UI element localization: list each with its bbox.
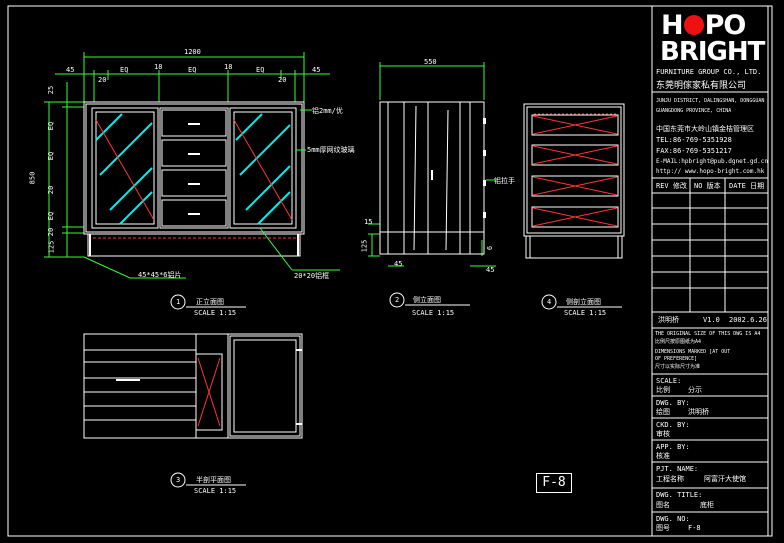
dim-veq-2: EQ <box>47 151 56 161</box>
dim-side-45b: 45 <box>486 266 495 274</box>
dim-depth: 550 <box>424 58 437 66</box>
project-name-label: PJT. NAME: <box>656 465 699 473</box>
drawing-title-label-cn: 图名 <box>656 501 670 509</box>
brand-logo-hopo: H PO <box>661 10 746 41</box>
project-name-value: 阿富汗大使馆 <box>704 475 746 483</box>
drawing-no-label-cn: 图号 <box>656 524 670 532</box>
dim-top: 25 <box>47 85 56 95</box>
dim-eq-2: EQ <box>188 66 197 74</box>
note-foot: 45*45*6铝片 <box>138 271 182 279</box>
side-elevation <box>368 62 498 267</box>
half-plan-section <box>83 333 303 439</box>
drawing-number-box: F-8 <box>536 473 572 493</box>
view-3-scale: SCALE 1:15 <box>194 487 237 495</box>
dim-side-right: 45 <box>312 66 321 74</box>
note-handle: 铝拉手 <box>494 177 515 185</box>
issue-date: 2002.6.26 <box>729 316 767 324</box>
dim-inner-left: 20 <box>98 76 107 84</box>
note-line-1: THE ORIGINAL SIZE OF THIS DWG IS A4 <box>655 331 761 337</box>
approved-by-label: APP. BY: <box>656 443 690 451</box>
dim-gap-2: 18 <box>224 63 233 71</box>
drawing-title-label: DWG. TITLE: <box>656 491 703 499</box>
project-name-label-cn: 工程名称 <box>656 475 684 483</box>
view-2-scale: SCALE 1:15 <box>412 309 455 317</box>
dim-side-45a: 45 <box>394 260 403 268</box>
rev-header: REV 修改 <box>656 182 687 190</box>
note-line-5: 尺寸以实际尺寸为准 <box>655 364 701 370</box>
tel: TEL:86-769-5351928 <box>656 136 732 144</box>
dim-v20-a: 20 <box>47 227 56 237</box>
dim-veq-3: EQ <box>47 211 56 221</box>
view-4-title: 侧剖立面图 <box>566 298 601 306</box>
dim-veq-1: EQ <box>47 121 56 131</box>
company-name-en: FURNITURE GROUP CO., LTD. <box>656 68 762 76</box>
brand-logo-bright: BRIGHT <box>660 37 765 67</box>
dim-total-width: 1200 <box>184 48 201 56</box>
scale-label: SCALE: <box>656 377 682 385</box>
checked-by-label-cn: 审核 <box>656 430 670 438</box>
date-header: DATE 日期 <box>729 182 765 190</box>
drawing-no-label: DWG. NO: <box>656 515 690 523</box>
side-section <box>523 103 625 259</box>
note-frame: 20*20铝框 <box>294 272 330 280</box>
view-2-title: 侧立面图 <box>413 296 441 304</box>
dim-gap-1: 18 <box>154 63 163 71</box>
checked-by-label: CKD. BY: <box>656 421 690 429</box>
fax: FAX:86-769-5351217 <box>656 147 732 155</box>
note-glass: 5mm厚网纹玻璃 <box>307 146 355 154</box>
dim-v20-b: 20 <box>47 185 56 195</box>
address-line-1: JUNJU DISTRICT, DALINGSHAN, DONGGUAN <box>656 98 765 104</box>
view-1-number: 1 <box>176 298 181 306</box>
drawn-by-label-cn: 绘图 <box>656 408 670 416</box>
logo-red-dot-icon <box>683 14 704 35</box>
approved-by-label-cn: 核准 <box>656 452 670 460</box>
note-alu: 铝2mm/优 <box>312 107 343 115</box>
drawing-title-value: 底柜 <box>700 501 714 509</box>
note-line-2: 比例尺按原图纸为A4 <box>655 339 702 345</box>
note-line-4: OF PREFERENCE] <box>655 356 698 362</box>
drawn-by-label: DWG. BY: <box>656 399 690 407</box>
dim-side-6: 6 <box>486 245 495 251</box>
email: E-MAIL:hpbright@pub.dgnet.gd.cn <box>656 158 768 165</box>
dim-plinth: 125 <box>47 240 56 254</box>
no-header: NO 版本 <box>694 182 721 190</box>
dim-side-15: 15 <box>364 218 373 226</box>
dim-height: 850 <box>28 171 37 185</box>
version: V1.0 <box>703 316 720 324</box>
drawn-by-value: 洪明桥 <box>688 408 709 416</box>
address-cn: 中国东莞市大岭山镇金桔管理区 <box>656 125 754 133</box>
front-elevation <box>44 52 340 279</box>
designer-name: 洪明桥 <box>658 316 679 324</box>
dim-side-125: 125 <box>360 239 369 253</box>
dim-eq-3: EQ <box>256 66 265 74</box>
scale-value: 分示 <box>688 386 702 394</box>
cad-drawing-canvas[interactable]: H PO BRIGHT FURNITURE GROUP CO., LTD. 东莞明… <box>0 0 784 543</box>
view-3-title: 半剖平面图 <box>196 476 231 484</box>
dim-eq-1: EQ <box>120 66 129 74</box>
view-1-title: 正立面图 <box>196 298 224 306</box>
note-line-3: DIMENSIONS MARKED [AT OUT <box>655 349 731 355</box>
view-4-number: 4 <box>547 298 552 306</box>
dim-inner-right: 20 <box>278 76 287 84</box>
website: http:// www.hopo-bright.com.hk <box>656 168 765 175</box>
scale-label-cn: 比例 <box>656 386 670 394</box>
address-line-2: GUANGDONG PROVINCE, CHINA <box>656 108 732 114</box>
company-name-cn: 东莞明傢家私有限公司 <box>656 81 747 91</box>
view-2-number: 2 <box>395 296 400 304</box>
view-3-number: 3 <box>176 476 181 484</box>
drawing-no-value: F-8 <box>688 524 701 532</box>
dim-side-left: 45 <box>66 66 75 74</box>
view-4-scale: SCALE 1:15 <box>564 309 607 317</box>
view-1-scale: SCALE 1:15 <box>194 309 237 317</box>
